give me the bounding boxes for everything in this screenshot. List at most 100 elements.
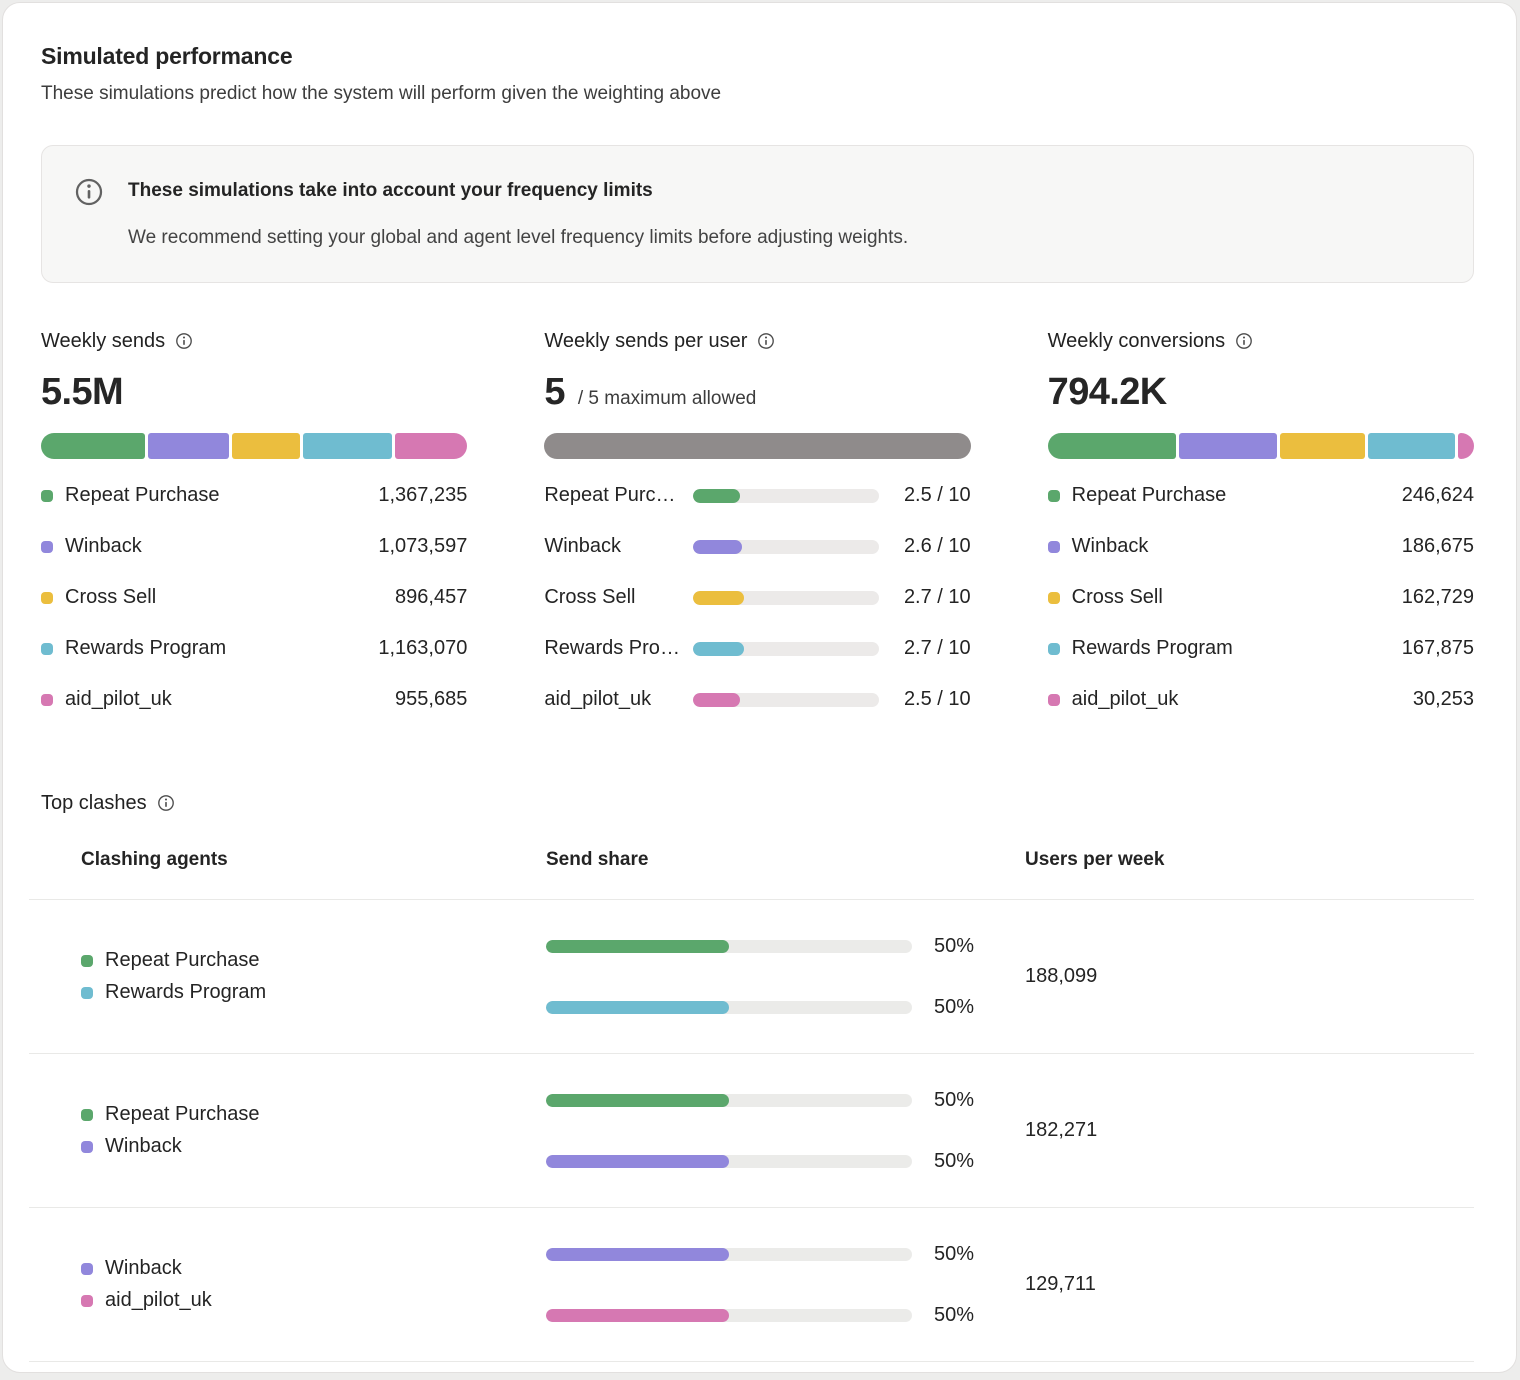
share-bar-fill [546, 1309, 729, 1322]
metric-row: Cross Sell162,729 [1048, 583, 1474, 612]
agent-label: Repeat Purchase [65, 484, 378, 507]
agent-label: aid_pilot_uk [65, 688, 395, 711]
mini-bar-fill [693, 591, 743, 605]
weekly-conversions-breakdown: Repeat Purchase246,624 Winback186,675 Cros… [1048, 481, 1474, 714]
info-icon[interactable] [757, 332, 775, 350]
agent-label: Rewards Program [544, 637, 686, 660]
info-icon [74, 177, 104, 207]
metric-row: Repeat Purchase246,624 [1048, 481, 1474, 510]
agent-label: Repeat Purchase [544, 484, 686, 507]
metric-value: 1,163,070 [378, 637, 467, 660]
mini-bar-fill [693, 693, 740, 707]
share-bar-track [546, 1248, 912, 1261]
per-user-row: Rewards Program 2.7 / 10 [544, 634, 970, 663]
mini-bar-fill [693, 642, 743, 656]
mini-bar-track [693, 489, 879, 503]
legend-dot [41, 694, 53, 706]
metric-row: Winback186,675 [1048, 532, 1474, 561]
weekly-conversions-stacked-bar [1048, 433, 1474, 459]
share-bar-fill [546, 1001, 729, 1014]
send-share-cell: 50%50% [546, 1243, 1025, 1327]
stacked-segment-rewards_program [303, 433, 391, 459]
share-percent: 50% [934, 1089, 974, 1112]
info-icon[interactable] [1235, 332, 1253, 350]
metric-header: Weekly conversions [1048, 329, 1474, 353]
users-per-week-cell: 182,271 [1025, 1119, 1474, 1142]
users-per-week-cell: 129,711 [1025, 1273, 1474, 1296]
info-icon[interactable] [175, 332, 193, 350]
metric-row: Rewards Program167,875 [1048, 634, 1474, 663]
mini-bar-fill [693, 540, 741, 554]
stacked-segment-cross_sell [232, 433, 300, 459]
metric-row: Repeat Purchase1,367,235 [41, 481, 467, 510]
agent-label: Winback [65, 535, 378, 558]
agent-label: Cross Sell [1072, 586, 1402, 609]
agent-label: Repeat Purchase [1072, 484, 1402, 507]
info-icon[interactable] [157, 794, 175, 812]
metric-value: 2.7 / 10 [904, 586, 971, 609]
legend-dot [41, 541, 53, 553]
agent-label: Winback [105, 1135, 182, 1158]
share-bar-fill [546, 940, 729, 953]
column-header-users-per-week: Users per week [1025, 849, 1474, 871]
legend-dot [1048, 643, 1060, 655]
share-bar-track [546, 1155, 912, 1168]
callout-text: These simulations take into account your… [128, 176, 908, 249]
frequency-limits-callout: These simulations take into account your… [41, 145, 1474, 283]
per-user-row: Cross Sell2.7 / 10 [544, 583, 970, 612]
metric-header: Weekly sends [41, 329, 467, 353]
stacked-segment-aid_pilot_uk [395, 433, 468, 459]
per-user-row: aid_pilot_uk2.5 / 10 [544, 685, 970, 714]
legend-dot [81, 987, 93, 999]
legend-dot [1048, 592, 1060, 604]
stacked-segment-aid_pilot_uk [1458, 433, 1474, 459]
share-bar-track [546, 1094, 912, 1107]
legend-dot [81, 1141, 93, 1153]
metric-title: Weekly conversions [1048, 330, 1225, 353]
page-header: Simulated performance These simulations … [41, 43, 1474, 105]
share-line: 50% [546, 935, 1025, 958]
metric-value: 186,675 [1402, 535, 1474, 558]
page-subtitle: These simulations predict how the system… [41, 83, 1474, 105]
metric-value: 955,685 [395, 688, 467, 711]
share-percent: 50% [934, 1150, 974, 1173]
table-body: Repeat PurchaseRewards Program50%50%188,… [29, 900, 1474, 1362]
legend-dot [1048, 490, 1060, 502]
legend-dot [81, 1263, 93, 1275]
users-value: 182,271 [1025, 1119, 1097, 1141]
mini-bar-track [693, 642, 879, 656]
agent-line: Repeat Purchase [81, 1099, 546, 1131]
share-lines: 50% 50% [546, 935, 1025, 1019]
clashing-agents-cell: Repeat Purchase Winback [29, 1099, 546, 1163]
metric-value: 162,729 [1402, 586, 1474, 609]
share-bar-track [546, 940, 912, 953]
top-clashes-table: Clashing agents Send share Users per wee… [29, 815, 1474, 1362]
share-line: 50% [546, 1243, 1025, 1266]
metric-value: 2.5 / 10 [904, 484, 971, 507]
legend-dot [41, 592, 53, 604]
share-lines: 50% 50% [546, 1089, 1025, 1173]
mini-bar-track [693, 591, 879, 605]
metric-value: 2.5 / 10 [904, 688, 971, 711]
legend-dot [41, 490, 53, 502]
metric-row: aid_pilot_uk955,685 [41, 685, 467, 714]
agent-label: Winback [1072, 535, 1402, 558]
top-clashes-title: Top clashes [41, 792, 147, 815]
metrics-row: Weekly sends 5.5M Repeat Purchase1,367,2… [41, 329, 1474, 736]
weekly-sends-stacked-bar [41, 433, 467, 459]
agent-label: Rewards Program [1072, 637, 1402, 660]
metric-value: 2.6 / 10 [904, 535, 971, 558]
sends-per-user-breakdown: Repeat Purchase 2.5 / 10 Winback 2.6 / 10 Cr… [544, 481, 970, 714]
agent-label: Winback [544, 535, 686, 558]
metric-header: Weekly sends per user [544, 329, 970, 353]
metric-row: aid_pilot_uk30,253 [1048, 685, 1474, 714]
agent-label: Cross Sell [65, 586, 395, 609]
share-percent: 50% [934, 1243, 974, 1266]
legend-dot [81, 1109, 93, 1121]
share-line: 50% [546, 996, 1025, 1019]
metric-value: 2.7 / 10 [904, 637, 971, 660]
share-lines: 50%50% [546, 1243, 1025, 1327]
share-line: 50% [546, 1089, 1025, 1112]
weekly-sends-breakdown: Repeat Purchase1,367,235Winback1,073,597… [41, 481, 467, 714]
legend-dot [1048, 694, 1060, 706]
